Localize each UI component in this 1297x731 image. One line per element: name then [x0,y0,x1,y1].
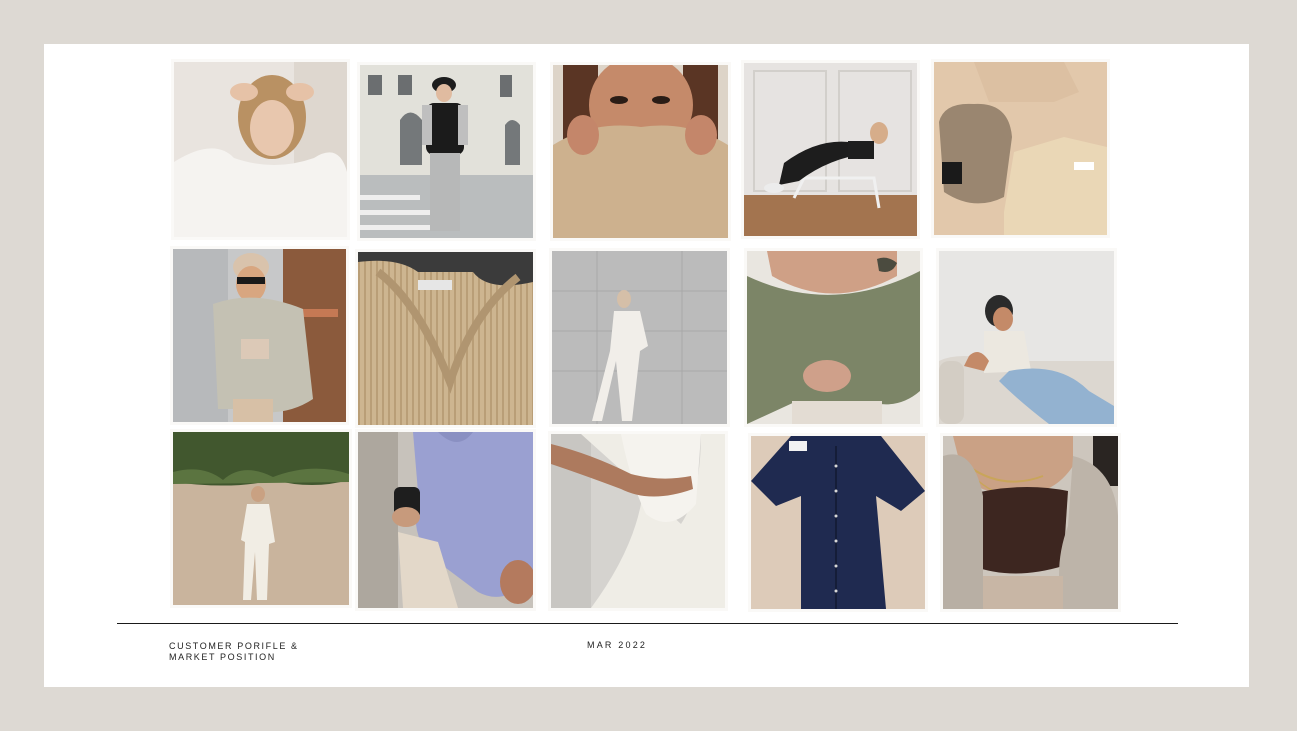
footer-date: MAR 2022 [587,640,648,650]
photo-street-style-vest [360,65,533,238]
photo-freckled-turtleneck [553,65,728,238]
footer-title: CUSTOMER PORIFLE & MARKET POSITION [169,641,299,663]
photo-brown-bandeau [943,436,1118,609]
photo-woman-reclining-chair [744,63,917,236]
photo-woman-bomber-jacket [173,249,346,422]
slide: CUSTOMER PORIFLE & MARKET POSITION MAR 2… [44,44,1249,687]
photo-white-ribbed-dress [551,434,725,608]
photo-olive-knit [747,251,920,424]
photo-lavender-hoodie [358,432,533,608]
photo-beige-knit-closeup [358,252,533,425]
footer-title-line-2: MARKET POSITION [169,652,276,662]
photo-woman-white-sweater [174,62,347,237]
footer-title-line-1: CUSTOMER PORIFLE & [169,641,299,651]
photo-white-suit-wall [552,251,727,424]
photo-beanie-tee-flatlay [934,62,1107,235]
footer-divider [117,623,1178,624]
photo-white-outfit-hedge [173,432,349,605]
photo-woman-sofa [939,251,1114,424]
photo-navy-polo-flatlay [751,436,925,609]
